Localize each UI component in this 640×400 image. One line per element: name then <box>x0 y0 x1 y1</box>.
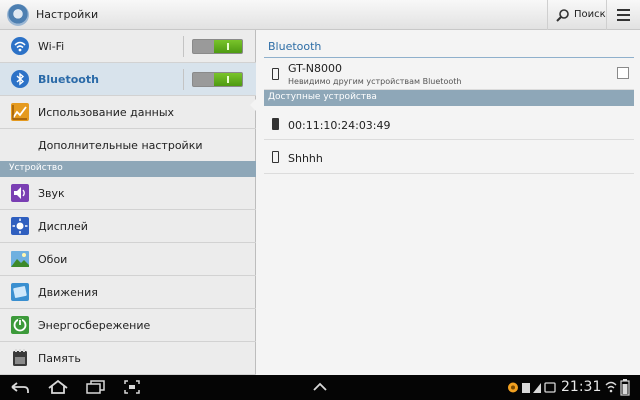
bluetooth-icon <box>11 70 29 88</box>
title-underline <box>264 57 634 58</box>
sidebar-item-power-saving[interactable]: Энергосбережение <box>0 309 256 342</box>
list-item[interactable]: Shhhh <box>264 140 634 174</box>
available-devices-header: Доступные устройства <box>264 90 634 106</box>
device-visibility-status: Невидимо другим устройствам Bluetooth <box>288 77 462 86</box>
device-name: 00:11:10:24:03:49 <box>288 119 391 132</box>
sidebar-item-label: Дополнительные настройки <box>38 139 203 152</box>
sidebar-item-wifi[interactable]: Wi-Fi <box>0 30 256 63</box>
device-icon <box>272 118 279 130</box>
sidebar-item-label: Использование данных <box>38 106 175 119</box>
overflow-menu-button[interactable] <box>606 0 640 30</box>
screenshot-icon[interactable] <box>124 380 140 394</box>
storage-icon <box>13 349 27 366</box>
sidebar-item-label: Дисплей <box>38 220 88 233</box>
list-item[interactable]: 00:11:10:24:03:49 <box>264 106 634 140</box>
selection-indicator <box>250 98 257 112</box>
search-button[interactable]: Поиск <box>547 0 606 30</box>
divider <box>183 69 184 90</box>
menu-icon <box>617 9 630 11</box>
settings-list: Wi-Fi Bluetooth Использование данных Доп… <box>0 30 257 375</box>
display-icon <box>11 217 29 235</box>
wifi-icon <box>11 37 29 55</box>
home-icon[interactable] <box>47 379 69 395</box>
sound-icon <box>11 184 29 202</box>
sidebar-item-motion[interactable]: Движения <box>0 276 256 309</box>
bluetooth-toggle[interactable] <box>192 72 243 87</box>
sidebar-item-label: Обои <box>38 253 68 266</box>
detail-title: Bluetooth <box>268 40 322 53</box>
sidebar-item-bluetooth[interactable]: Bluetooth <box>0 63 256 96</box>
sidebar-item-label: Bluetooth <box>38 73 99 86</box>
recent-apps-icon[interactable] <box>86 380 106 394</box>
chevron-up-icon[interactable] <box>312 382 328 392</box>
action-bar: Настройки Поиск <box>0 0 640 30</box>
power-saving-icon <box>11 316 29 334</box>
motion-icon <box>11 283 29 301</box>
sidebar-item-storage[interactable]: Память <box>0 342 256 375</box>
this-device-row[interactable]: GT-N8000 Невидимо другим устройствам Blu… <box>264 60 634 90</box>
sidebar-item-wallpaper[interactable]: Обои <box>0 243 256 276</box>
page-title: Настройки <box>36 8 99 21</box>
search-icon <box>556 9 569 22</box>
data-usage-icon <box>11 103 29 121</box>
back-icon[interactable] <box>10 381 30 394</box>
device-name: Shhhh <box>288 152 323 165</box>
section-header-device: Устройство <box>0 161 256 177</box>
divider <box>183 36 184 57</box>
sidebar-item-data-usage[interactable]: Использование данных <box>0 96 256 129</box>
sidebar-item-sound[interactable]: Звук <box>0 177 256 210</box>
phone-icon <box>272 151 279 163</box>
sidebar-item-label: Wi-Fi <box>38 40 65 53</box>
sidebar-item-label: Движения <box>38 286 98 299</box>
status-clock: 21:31 <box>561 379 602 395</box>
sidebar-item-label: Память <box>38 352 81 365</box>
phone-icon <box>272 68 279 80</box>
visibility-checkbox[interactable] <box>617 67 629 79</box>
notification-icons <box>508 382 556 393</box>
search-label: Поиск <box>574 9 606 20</box>
settings-gear-icon[interactable] <box>7 4 29 26</box>
wallpaper-icon <box>11 251 29 267</box>
battery-icon <box>620 379 630 396</box>
sidebar-item-display[interactable]: Дисплей <box>0 210 256 243</box>
wifi-status-icon <box>605 381 617 393</box>
system-bar: 21:31 <box>0 375 640 400</box>
device-name: GT-N8000 <box>288 62 343 75</box>
sidebar-item-label: Энергосбережение <box>38 319 151 332</box>
sidebar-item-label: Звук <box>38 187 65 200</box>
wifi-toggle[interactable] <box>192 39 243 54</box>
sidebar-item-more-settings[interactable]: Дополнительные настройки <box>0 129 256 162</box>
bluetooth-detail-pane: Bluetooth GT-N8000 Невидимо другим устро… <box>257 30 640 375</box>
